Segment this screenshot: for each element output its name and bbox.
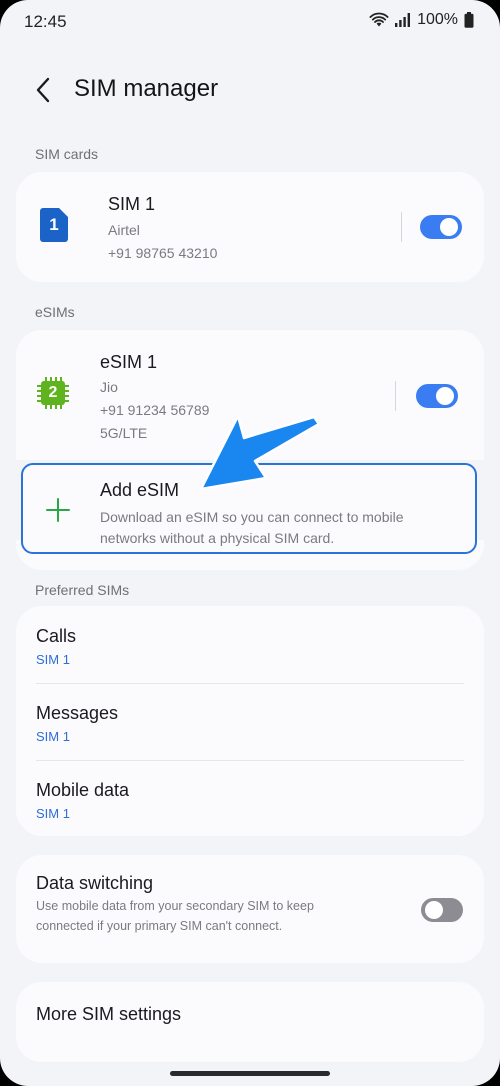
data-switching-toggle[interactable]: [421, 898, 463, 922]
preferred-mobile-data-item[interactable]: Mobile data SIM 1: [16, 761, 484, 836]
more-sim-settings-item[interactable]: More SIM settings: [16, 982, 484, 1062]
pref-item-value: SIM 1: [36, 652, 70, 667]
more-sim-settings-label: More SIM settings: [36, 1004, 182, 1024]
annotation-arrow-icon: [199, 414, 321, 491]
home-indicator[interactable]: [170, 1071, 330, 1076]
pref-item-value: SIM 1: [36, 729, 70, 744]
pref-item-value: SIM 1: [36, 806, 70, 821]
pref-item-title: Calls: [36, 626, 77, 646]
screen: 12:45 100% SIM manager SIM cards 1 SIM 1…: [0, 0, 500, 1086]
pref-item-title: Mobile data: [36, 780, 130, 800]
data-switching-description: Use mobile data from your secondary SIM …: [36, 899, 314, 933]
toggle-knob: [425, 901, 443, 919]
data-switching-title: Data switching: [36, 873, 154, 893]
preferred-messages-item[interactable]: Messages SIM 1: [16, 684, 484, 760]
preferred-sims-card: Calls SIM 1 Messages SIM 1 Mobile data S…: [16, 606, 484, 836]
data-switching-row[interactable]: Data switching Use mobile data from your…: [16, 855, 484, 963]
pref-item-title: Messages: [36, 703, 119, 723]
preferred-calls-item[interactable]: Calls SIM 1: [16, 606, 484, 683]
